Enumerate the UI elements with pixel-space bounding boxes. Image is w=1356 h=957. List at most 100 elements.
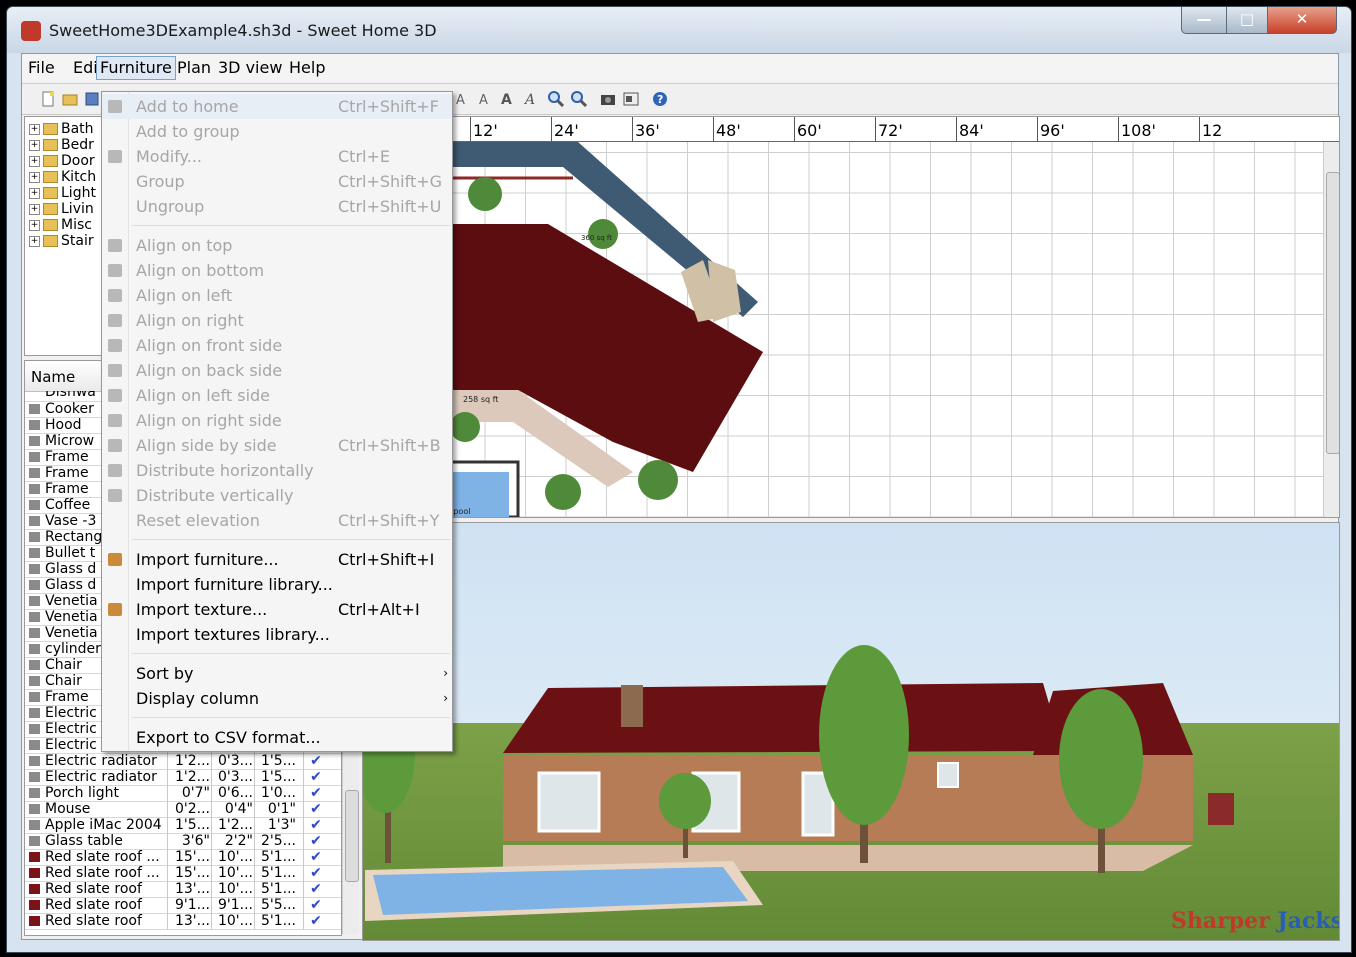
catalog-category-staircases[interactable]: + Stair <box>29 233 94 249</box>
plan-view[interactable]: 0'12'24'36'48'60'72'84'96'108'12 <box>362 116 1340 518</box>
save-icon[interactable] <box>84 91 100 107</box>
new-file-icon[interactable] <box>40 91 56 107</box>
menu-item-align-on-top[interactable]: Align on top <box>102 233 452 258</box>
table-row[interactable]: Red slate roof 13'... 10'... 5'1... ✔ <box>25 913 341 930</box>
table-row[interactable]: Red slate roof ... 15'... 10'... 5'1... ✔ <box>25 865 341 882</box>
zoom-in-icon[interactable] <box>548 91 564 107</box>
expand-icon[interactable]: + <box>29 155 40 167</box>
menu-plan[interactable]: Plan <box>174 57 214 79</box>
menu-item-group[interactable]: Group Ctrl+Shift+G <box>102 169 452 194</box>
menu-item-export-to-csv-format[interactable]: Export to CSV format... <box>102 725 452 750</box>
menu-help[interactable]: Help <box>286 57 328 79</box>
visible-checkbox[interactable]: ✔ <box>309 769 323 785</box>
visible-checkbox[interactable]: ✔ <box>309 881 323 897</box>
table-row[interactable]: Mouse 0'2... 0'4" 0'1" ✔ <box>25 801 341 818</box>
menu-item-import-furniture-library[interactable]: Import furniture library... <box>102 572 452 597</box>
menu-item-align-on-left-side[interactable]: Align on left side <box>102 383 452 408</box>
menu-3d-view[interactable]: 3D view <box>215 57 285 79</box>
catalog-category-misc[interactable]: + Misc <box>29 217 92 233</box>
zoom-out-icon[interactable] <box>571 91 587 107</box>
table-row[interactable]: Red slate roof 13'... 10'... 5'1... ✔ <box>25 881 341 898</box>
bold-text-icon[interactable]: A <box>500 91 516 107</box>
menu-item-align-on-left[interactable]: Align on left <box>102 283 452 308</box>
menu-item-distribute-horizontally[interactable]: Distribute horizontally <box>102 458 452 483</box>
menu-file[interactable]: File <box>25 57 58 79</box>
menu-item-add-to-group[interactable]: Add to group <box>102 119 452 144</box>
visible-checkbox[interactable]: ✔ <box>309 785 323 801</box>
expand-icon[interactable]: + <box>29 171 40 183</box>
table-scroll-thumb[interactable] <box>345 790 359 882</box>
maximize-button[interactable]: □ <box>1226 7 1268 34</box>
plan-grid[interactable]: 258 sq ft 360 sq ft Swimming pool <box>363 142 1323 517</box>
open-folder-icon[interactable] <box>62 91 78 107</box>
visible-checkbox[interactable]: ✔ <box>309 833 323 849</box>
plan-scrollbar[interactable] <box>1323 142 1339 517</box>
ruler-label: 108' <box>1121 121 1156 140</box>
table-row[interactable]: Apple iMac 2004 1'5... 1'2... 1'3" ✔ <box>25 817 341 834</box>
menu-item-display-column[interactable]: Display column › <box>102 686 452 711</box>
catalog-category-living[interactable]: + Livin <box>29 201 94 217</box>
menu-item-import-texture[interactable]: Import texture... Ctrl+Alt+I <box>102 597 452 622</box>
menu-item-import-textures-library[interactable]: Import textures library... <box>102 622 452 647</box>
catalog-category-lights[interactable]: + Light <box>29 185 96 201</box>
menu-item-align-on-right-side[interactable]: Align on right side <box>102 408 452 433</box>
visible-checkbox[interactable]: ✔ <box>309 801 323 817</box>
menu-item-distribute-vertically[interactable]: Distribute vertically <box>102 483 452 508</box>
table-row[interactable]: Red slate roof 9'1... 9'1... 5'5... ✔ <box>25 897 341 914</box>
menu-item-align-side-by-side[interactable]: Align side by side Ctrl+Shift+B <box>102 433 452 458</box>
photo-icon[interactable] <box>623 91 639 107</box>
plan-scroll-thumb[interactable] <box>1326 172 1339 454</box>
row-height: 1'0... <box>260 785 296 801</box>
text-style-icon[interactable]: A <box>477 91 493 107</box>
visible-checkbox[interactable]: ✔ <box>309 753 323 769</box>
visible-checkbox[interactable]: ✔ <box>309 897 323 913</box>
plan-drawing[interactable]: 258 sq ft 360 sq ft Swimming pool <box>363 142 1323 517</box>
catalog-category-bath[interactable]: + Bath <box>29 121 94 137</box>
menu-item-add-to-home[interactable]: Add to home Ctrl+Shift+F <box>102 94 452 119</box>
visible-checkbox[interactable]: ✔ <box>309 849 323 865</box>
column-divider <box>211 753 212 769</box>
table-row[interactable]: Glass table 3'6" 2'2" 2'5... ✔ <box>25 833 341 850</box>
menu-item-shortcut: Ctrl+Shift+U <box>338 197 442 216</box>
title-bar[interactable]: SweetHome3DExample4.sh3d - Sweet Home 3D… <box>7 7 1351 53</box>
menu-item-import-furniture[interactable]: Import furniture... Ctrl+Shift+I <box>102 547 452 572</box>
table-row[interactable]: Porch light 0'7" 0'6... 1'0... ✔ <box>25 785 341 802</box>
text-style-icon[interactable]: A <box>454 91 470 107</box>
ruler-tick <box>1118 117 1119 141</box>
menu-furniture[interactable]: Furniture <box>96 56 176 80</box>
menu-item-reset-elevation[interactable]: Reset elevation Ctrl+Shift+Y <box>102 508 452 533</box>
column-divider <box>211 849 212 865</box>
italic-text-icon[interactable]: A <box>523 91 539 107</box>
close-button[interactable]: ✕ <box>1267 7 1337 34</box>
camera-icon[interactable] <box>600 91 616 107</box>
menu-item-modify[interactable]: Modify... Ctrl+E <box>102 144 452 169</box>
menu-item-sort-by[interactable]: Sort by › <box>102 661 452 686</box>
align-side-icon <box>108 439 122 452</box>
menu-item-align-on-right[interactable]: Align on right <box>102 308 452 333</box>
column-divider <box>211 785 212 801</box>
3d-scene[interactable] <box>363 523 1339 940</box>
table-row[interactable]: Electric radiator 1'2... 0'3... 1'5... ✔ <box>25 769 341 786</box>
expand-icon[interactable]: + <box>29 123 40 135</box>
3d-view[interactable]: Sharper Jacks <box>362 522 1340 941</box>
column-header-name[interactable]: Name <box>31 368 75 386</box>
visible-checkbox[interactable]: ✔ <box>309 865 323 881</box>
expand-icon[interactable]: + <box>29 219 40 231</box>
menu-item-align-on-back-side[interactable]: Align on back side <box>102 358 452 383</box>
visible-checkbox[interactable]: ✔ <box>309 913 323 929</box>
catalog-category-kitchen[interactable]: + Kitch <box>29 169 96 185</box>
help-icon[interactable]: ? <box>652 91 668 107</box>
catalog-category-doors[interactable]: + Door <box>29 153 95 169</box>
expand-icon[interactable]: + <box>29 203 40 215</box>
menu-item-align-on-bottom[interactable]: Align on bottom <box>102 258 452 283</box>
minimize-button[interactable]: — <box>1181 7 1227 34</box>
menu-item-ungroup[interactable]: Ungroup Ctrl+Shift+U <box>102 194 452 219</box>
catalog-category-bedroom[interactable]: + Bedr <box>29 137 94 153</box>
table-row[interactable]: Red slate roof ... 15'... 10'... 5'1... ✔ <box>25 849 341 866</box>
expand-icon[interactable]: + <box>29 187 40 199</box>
menu-item-align-on-front-side[interactable]: Align on front side <box>102 333 452 358</box>
visible-checkbox[interactable]: ✔ <box>309 817 323 833</box>
expand-icon[interactable]: + <box>29 139 40 151</box>
expand-icon[interactable]: + <box>29 235 40 247</box>
table-row[interactable]: Electric radiator 1'2... 0'3... 1'5... ✔ <box>25 753 341 770</box>
